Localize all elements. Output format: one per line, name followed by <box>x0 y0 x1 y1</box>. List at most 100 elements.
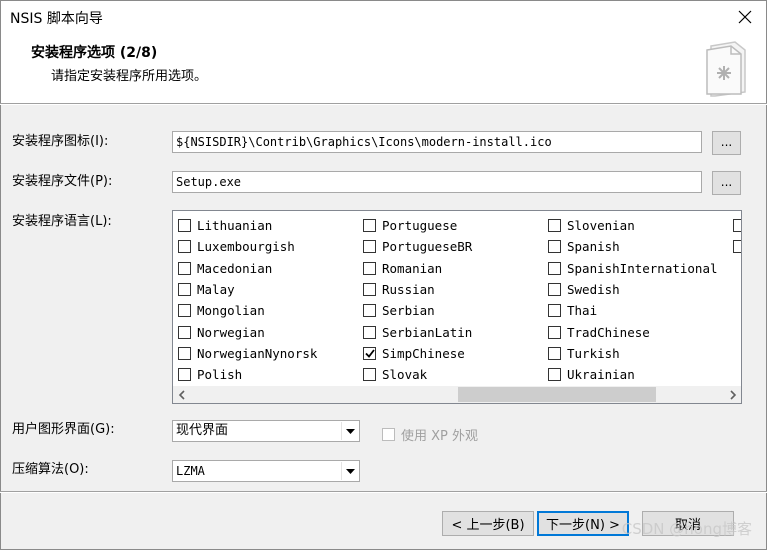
list-item[interactable]: Portuguese <box>363 215 472 236</box>
scroll-left-icon[interactable] <box>173 386 190 403</box>
language-column-2: Portuguese PortugueseBR Romanian Russian Ser… <box>363 215 472 385</box>
list-item[interactable]: Lithuanian <box>178 215 317 236</box>
checkbox[interactable] <box>548 219 561 233</box>
checkbox-checked[interactable] <box>363 346 376 360</box>
checkbox[interactable] <box>363 368 376 382</box>
checkbox[interactable] <box>178 240 191 254</box>
checkbox[interactable] <box>548 304 561 318</box>
list-item[interactable]: Norwegian <box>178 321 317 342</box>
list-item[interactable]: SpanishInternational <box>548 258 718 279</box>
browse-icon-button[interactable]: ... <box>712 131 741 155</box>
compression-select[interactable]: LZMA <box>172 460 360 482</box>
checkbox[interactable] <box>548 240 561 254</box>
checkbox[interactable] <box>178 368 191 382</box>
language-name: Mongolian <box>197 303 265 319</box>
checkbox[interactable] <box>363 304 376 318</box>
checkbox[interactable] <box>178 325 191 339</box>
window-title: NSIS 脚本向导 <box>10 11 103 27</box>
scroll-right-icon[interactable] <box>724 386 741 403</box>
watermark: CSDN @hong博客 <box>621 520 752 538</box>
language-name: Slovak <box>382 367 428 383</box>
list-item[interactable]: PortugueseBR <box>363 236 472 257</box>
xp-style-checkbox[interactable]: 使用 XP 外观 <box>382 425 478 444</box>
checkbox[interactable] <box>178 346 191 360</box>
chevron-down-icon[interactable] <box>341 462 358 480</box>
list-item[interactable]: Luxembourgish <box>178 236 317 257</box>
list-item[interactable]: Russian <box>363 279 472 300</box>
language-name: SpanishInternational <box>567 260 718 276</box>
back-button[interactable]: < 上一步(B) <box>442 511 534 536</box>
language-label: 安装程序语言(L): <box>12 214 112 229</box>
list-item[interactable]: Mongolian <box>178 300 317 321</box>
options-panel: 安装程序图标(I): ${NSISDIR}\Contrib\Graphics\I… <box>0 105 767 491</box>
language-column-4-partial <box>733 215 741 258</box>
chevron-down-icon[interactable] <box>341 422 358 440</box>
list-item[interactable]: Slovak <box>363 364 472 385</box>
language-name: Portuguese <box>382 218 458 234</box>
installer-document-icon <box>701 36 749 102</box>
language-name: Malay <box>197 282 235 298</box>
language-list[interactable]: Lithuanian Luxembourgish Macedonian Malay Mo… <box>172 210 742 404</box>
checkbox[interactable] <box>363 240 376 254</box>
compression-label: 压缩算法(O): <box>12 462 89 477</box>
checkbox[interactable] <box>548 283 561 297</box>
list-item[interactable] <box>733 215 741 236</box>
next-button[interactable]: 下一步(N) > <box>537 511 629 536</box>
checkbox[interactable] <box>363 261 376 275</box>
language-name: Luxembourgish <box>197 239 295 255</box>
checkbox[interactable] <box>178 219 191 233</box>
list-item[interactable]: Malay <box>178 279 317 300</box>
list-item[interactable]: Macedonian <box>178 258 317 279</box>
list-item[interactable]: Slovenian <box>548 215 718 236</box>
list-item[interactable]: TradChinese <box>548 321 718 342</box>
checkbox[interactable] <box>178 283 191 297</box>
language-name: Romanian <box>382 260 443 276</box>
language-name: Turkish <box>567 345 620 361</box>
checkbox[interactable] <box>548 325 561 339</box>
browse-file-button[interactable]: ... <box>712 171 741 195</box>
list-item[interactable]: Serbian <box>363 300 472 321</box>
output-file-field[interactable]: Setup.exe <box>172 171 702 193</box>
list-item[interactable]: Swedish <box>548 279 718 300</box>
page-subtitle: 请指定安装程序所用选项。 <box>51 69 208 84</box>
checkbox[interactable] <box>733 240 741 254</box>
checkbox[interactable] <box>548 368 561 382</box>
list-item[interactable] <box>733 236 741 257</box>
scrollbar-thumb[interactable] <box>458 387 656 402</box>
list-item[interactable]: Thai <box>548 300 718 321</box>
checkbox[interactable] <box>363 219 376 233</box>
icon-path-field[interactable]: ${NSISDIR}\Contrib\Graphics\Icons\modern… <box>172 131 702 153</box>
checkbox[interactable] <box>733 219 741 233</box>
list-item[interactable]: Spanish <box>548 236 718 257</box>
list-item[interactable]: SimpChinese <box>363 343 472 364</box>
list-item[interactable]: Ukrainian <box>548 364 718 385</box>
language-name: Swedish <box>567 282 620 298</box>
checkbox[interactable] <box>548 346 561 360</box>
checkbox[interactable] <box>363 325 376 339</box>
close-icon[interactable] <box>732 4 758 30</box>
language-name: Lithuanian <box>197 218 273 234</box>
language-name: Serbian <box>382 303 435 319</box>
language-name: Macedonian <box>197 260 273 276</box>
checkbox[interactable] <box>548 261 561 275</box>
checkbox[interactable] <box>178 261 191 275</box>
checkbox[interactable] <box>363 283 376 297</box>
file-label: 安装程序文件(P): <box>12 174 113 189</box>
list-item[interactable]: Polish <box>178 364 317 385</box>
language-name: PortugueseBR <box>382 239 473 255</box>
list-item[interactable]: Turkish <box>548 343 718 364</box>
checkbox[interactable] <box>178 304 191 318</box>
language-name: SimpChinese <box>382 345 465 361</box>
ui-label: 用户图形界面(G): <box>12 422 115 437</box>
icon-label: 安装程序图标(I): <box>12 134 109 149</box>
list-item[interactable]: NorwegianNynorsk <box>178 343 317 364</box>
list-item[interactable]: Romanian <box>363 258 472 279</box>
language-name: Slovenian <box>567 218 635 234</box>
title-bar: NSIS 脚本向导 <box>0 0 767 32</box>
list-item[interactable]: SerbianLatin <box>363 321 472 342</box>
language-name: Russian <box>382 282 435 298</box>
ui-style-select[interactable]: 现代界面 <box>172 420 360 442</box>
horizontal-scrollbar[interactable] <box>173 386 741 403</box>
language-name: TradChinese <box>567 324 650 340</box>
checkbox[interactable] <box>382 428 395 441</box>
